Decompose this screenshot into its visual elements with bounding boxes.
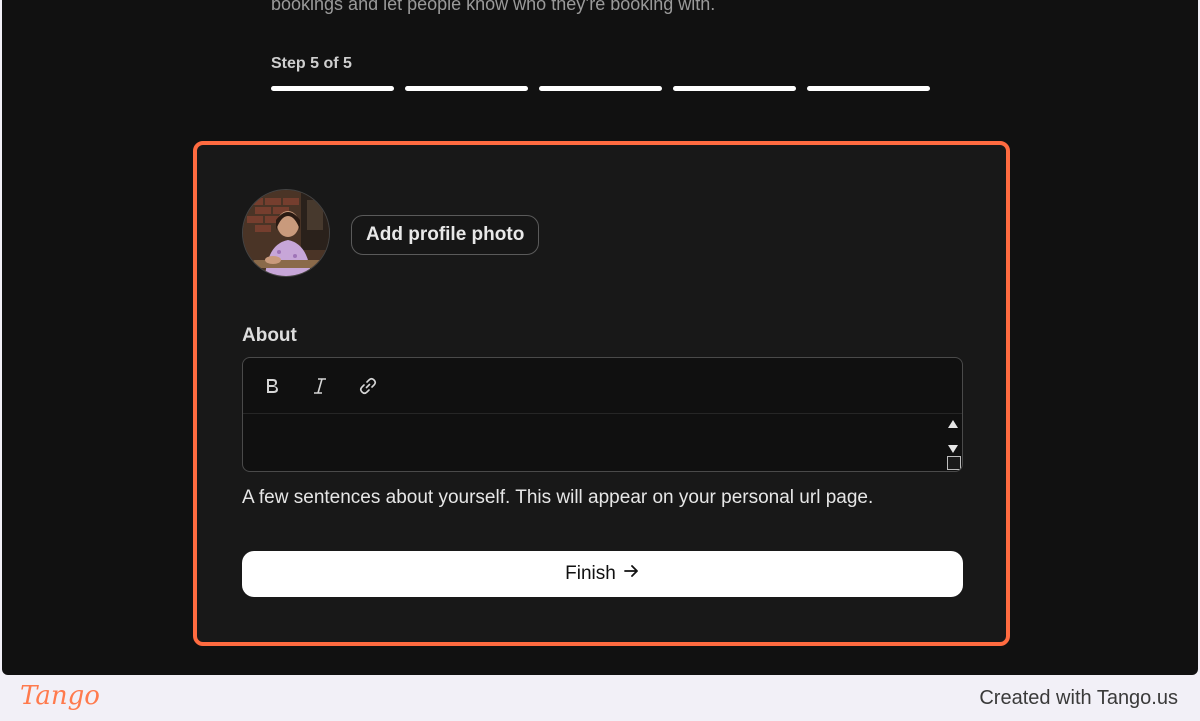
arrow-right-icon bbox=[622, 562, 640, 586]
step-bar-2 bbox=[405, 86, 528, 91]
about-label: About bbox=[242, 325, 297, 346]
avatar-photo bbox=[243, 190, 329, 276]
app-screen: bookings and let people know who they’re… bbox=[2, 0, 1198, 675]
about-textarea[interactable] bbox=[243, 414, 962, 471]
about-helper-text: A few sentences about yourself. This wil… bbox=[242, 487, 874, 508]
editor-toolbar bbox=[243, 358, 962, 414]
created-with-text: Created with Tango.us bbox=[979, 687, 1178, 709]
italic-icon[interactable] bbox=[307, 373, 333, 399]
step-progress bbox=[271, 86, 930, 91]
scroll-up-arrow-icon[interactable] bbox=[948, 420, 958, 428]
step-bar-1 bbox=[271, 86, 394, 91]
avatar[interactable] bbox=[242, 189, 330, 277]
finish-button[interactable]: Finish bbox=[242, 551, 963, 597]
step-bar-3 bbox=[539, 86, 662, 91]
link-icon[interactable] bbox=[355, 373, 381, 399]
about-editor bbox=[242, 357, 963, 472]
intro-text: bookings and let people know who they’re… bbox=[271, 0, 716, 14]
resize-handle-icon[interactable] bbox=[947, 456, 961, 470]
step-bar-4 bbox=[673, 86, 796, 91]
tango-logo: Tango bbox=[20, 681, 100, 711]
add-profile-photo-button[interactable]: Add profile photo bbox=[351, 215, 540, 255]
profile-card: Add profile photo About A few sentences … bbox=[193, 141, 1010, 646]
step-bar-5 bbox=[807, 86, 930, 91]
footer-bar: Tango Created with Tango.us bbox=[0, 675, 1200, 721]
finish-label: Finish bbox=[565, 563, 616, 584]
bold-icon[interactable] bbox=[259, 373, 285, 399]
scroll-down-arrow-icon[interactable] bbox=[948, 445, 958, 453]
step-label: Step 5 of 5 bbox=[271, 55, 352, 72]
